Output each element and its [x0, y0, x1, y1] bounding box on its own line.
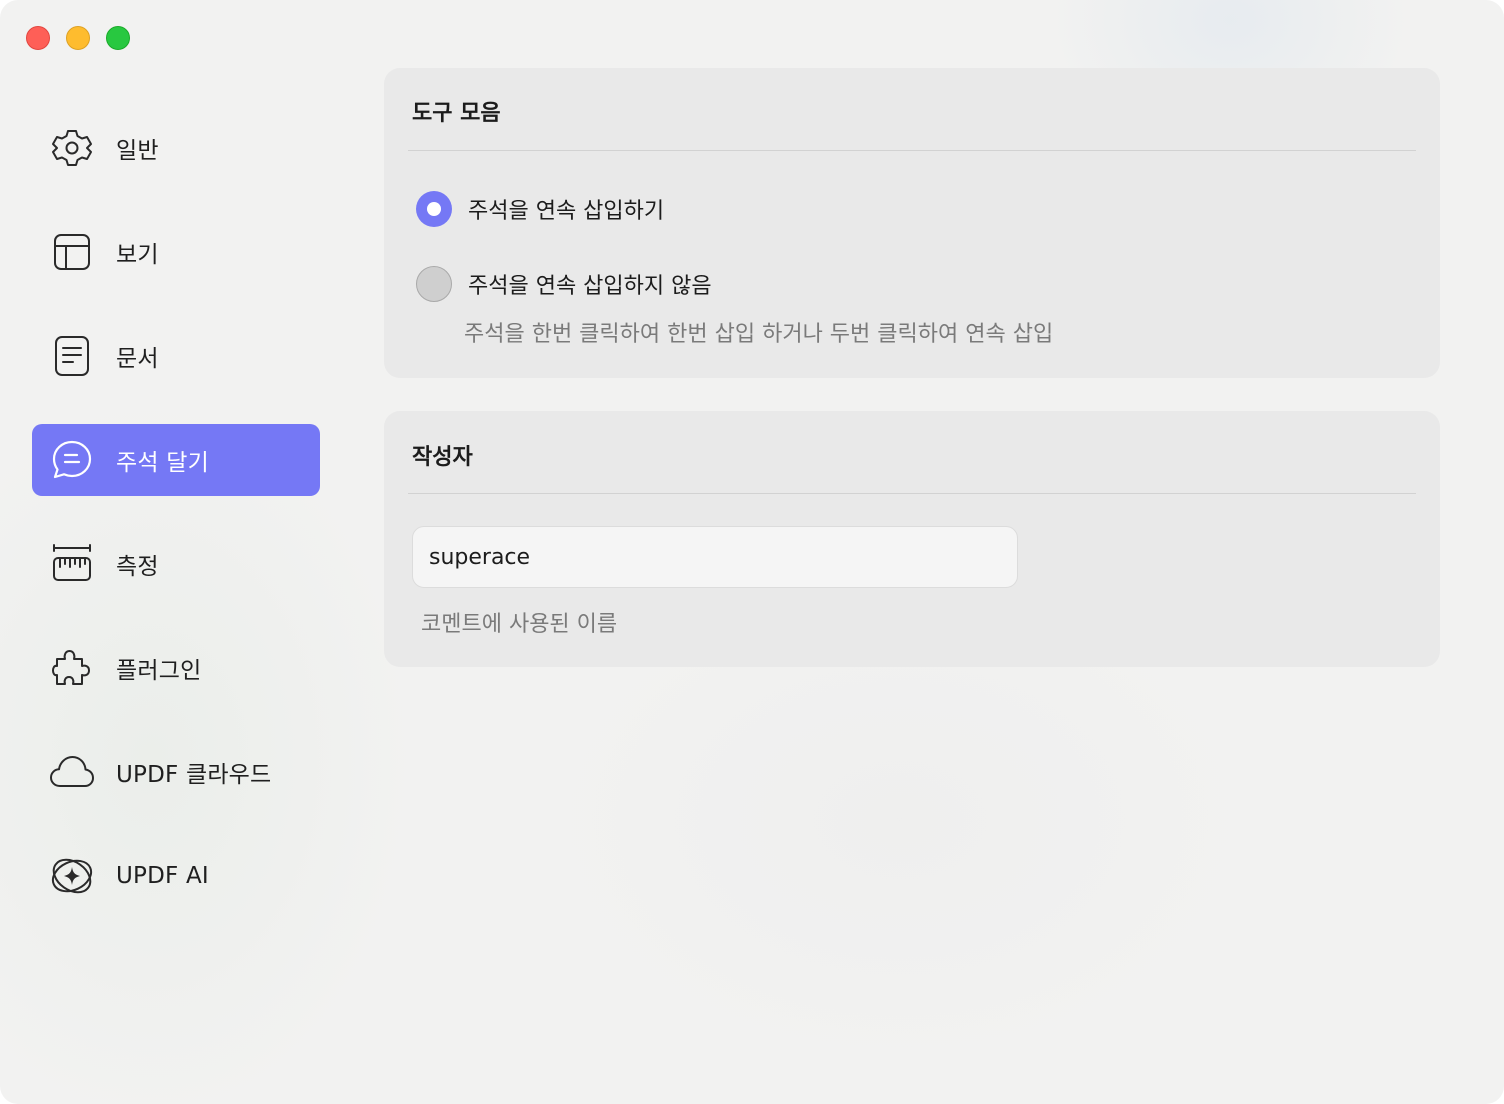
- sidebar-item-label: 문서: [116, 346, 159, 372]
- sidebar-item-general[interactable]: 일반: [32, 112, 320, 184]
- window-controls: [26, 26, 130, 50]
- section-title: 도구 모음: [412, 101, 501, 126]
- sidebar-item-label: 플러그인: [116, 658, 202, 684]
- author-name-input[interactable]: [412, 526, 1018, 588]
- close-window-button[interactable]: [26, 26, 50, 50]
- divider: [408, 150, 1416, 151]
- layout-icon: [48, 228, 96, 276]
- ruler-icon: [48, 540, 96, 588]
- sidebar-item-label: UPDF AI: [116, 863, 209, 889]
- radio-label: 주석을 연속 삽입하기: [468, 199, 665, 224]
- sidebar-item-cloud[interactable]: UPDF 클라우드: [32, 736, 320, 808]
- toolbar-settings-panel: 도구 모음 주석을 연속 삽입하기 주석을 연속 삽입하지 않음 주석을 한번 …: [384, 68, 1440, 378]
- puzzle-icon: [48, 644, 96, 692]
- cloud-icon: [48, 748, 96, 796]
- author-settings-panel: 작성자 코멘트에 사용된 이름: [384, 411, 1440, 667]
- radio-no-continuous-insert[interactable]: 주석을 연속 삽입하지 않음: [416, 266, 712, 302]
- sidebar-item-plugins[interactable]: 플러그인: [32, 632, 320, 704]
- sidebar-item-document[interactable]: 문서: [32, 320, 320, 392]
- sidebar-item-ai[interactable]: UPDF AI: [32, 840, 320, 912]
- sidebar-item-label: 주석 달기: [116, 450, 209, 476]
- sidebar-item-label: 보기: [116, 242, 159, 268]
- sidebar-item-annotation[interactable]: 주석 달기: [32, 424, 320, 496]
- sidebar-item-view[interactable]: 보기: [32, 216, 320, 288]
- toolbar-helper-text: 주석을 한번 클릭하여 한번 삽입 하거나 두번 클릭하여 연속 삽입: [464, 322, 1054, 347]
- radio-button-unselected[interactable]: [416, 266, 452, 302]
- radio-label: 주석을 연속 삽입하지 않음: [468, 274, 712, 299]
- gear-icon: [48, 124, 96, 172]
- comment-icon: [48, 436, 96, 484]
- sidebar-item-label: 측정: [116, 554, 159, 580]
- document-icon: [48, 332, 96, 380]
- section-title: 작성자: [412, 445, 473, 470]
- preferences-window: 일반 보기 문서 주석 달기 측정 플러그인 UPDF 클라우드 UPDF AI…: [0, 0, 1504, 1104]
- maximize-window-button[interactable]: [106, 26, 130, 50]
- sidebar-item-label: UPDF 클라우드: [116, 762, 272, 788]
- sidebar-item-measure[interactable]: 측정: [32, 528, 320, 600]
- minimize-window-button[interactable]: [66, 26, 90, 50]
- divider: [408, 493, 1416, 494]
- radio-button-selected[interactable]: [416, 191, 452, 227]
- radio-continuous-insert[interactable]: 주석을 연속 삽입하기: [416, 191, 664, 227]
- sidebar-item-label: 일반: [116, 138, 159, 164]
- ai-sparkle-icon: [48, 852, 96, 900]
- author-helper-text: 코멘트에 사용된 이름: [421, 612, 618, 637]
